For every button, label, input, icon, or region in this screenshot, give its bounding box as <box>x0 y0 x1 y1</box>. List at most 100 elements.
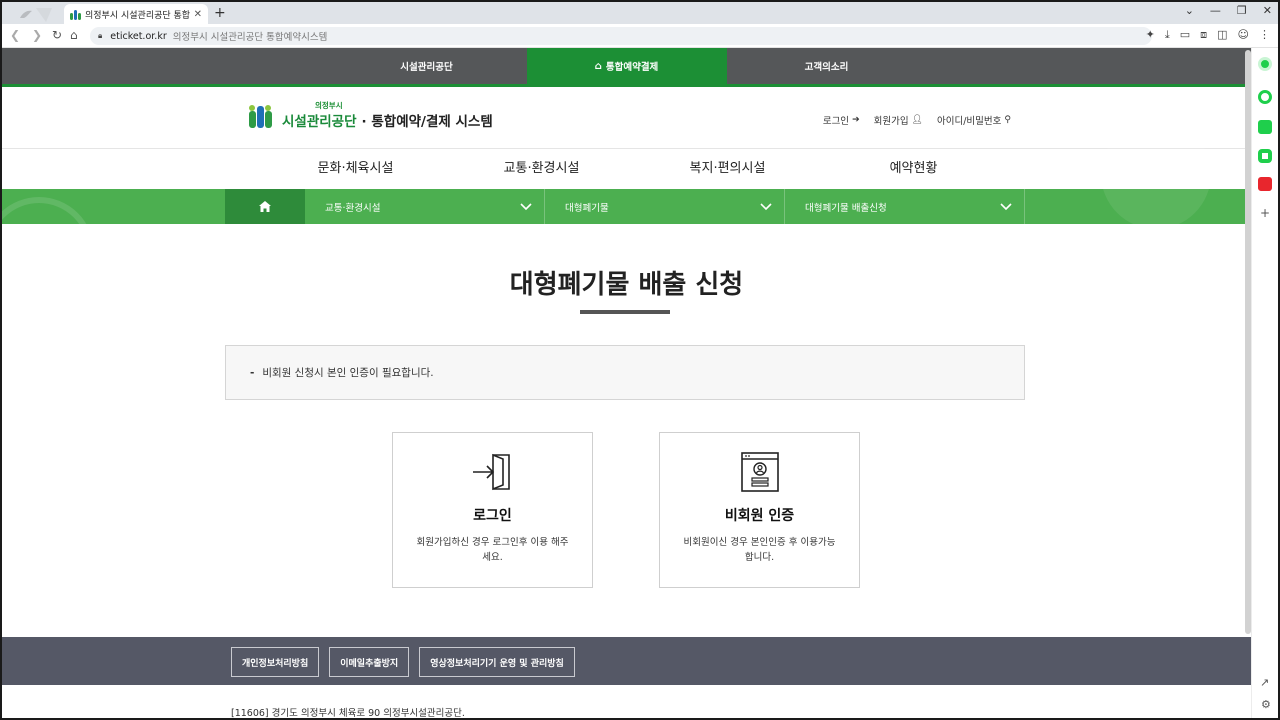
address-bar-row: ❮ ❯ ↻ ⌂ 🔒︎ eticket.or.kr 의정부시 시설관리공단 통합예… <box>2 24 1278 48</box>
login-door-icon <box>472 453 510 491</box>
back-icon[interactable]: ❮ <box>10 28 20 42</box>
external-link-icon[interactable]: ↗ <box>1260 676 1269 689</box>
topnav-label: 시설관리공단 <box>400 62 453 73</box>
notice-box: - 비회원 신청시 본인 인증이 필요합니다. <box>225 345 1025 400</box>
site-header: 의정부시 시설관리공단 · 통합예약/결제 시스템 로그인 ➔ 회원가입 👤︎ 아이디… <box>2 87 1251 149</box>
top-navigation: 시설관리공단 ⌂ 통합예약결제 고객의소리 <box>2 48 1251 84</box>
guest-verify-card[interactable]: 비회원 인증 비회원이신 경우 본인인증 후 이용가능합니다. <box>659 432 860 588</box>
sidebar-toggle-icon[interactable]: ◫ <box>1217 28 1227 42</box>
login-card-title: 로그인 <box>473 508 512 524</box>
location-nav: 교통·환경시설 대형폐기물 대형폐기물 배출신청 <box>2 119 1251 307</box>
lock-icon: 🔒︎ <box>98 31 103 40</box>
footer-links: 개인정보처리방침 이메일추출방지 영상정보처리기기 운영 및 관리방침 <box>231 647 575 677</box>
active-tab[interactable]: 의정부시 시설관리공단 통합예약 ✕ <box>64 4 208 24</box>
menu-icon[interactable]: ⋮ <box>1259 28 1270 42</box>
breadcrumb-level2-dropdown[interactable]: 대형폐기물 <box>545 189 785 224</box>
play-shortcut-icon[interactable] <box>1258 90 1272 104</box>
chevron-down-icon <box>1000 202 1012 210</box>
download-icon[interactable]: ⤓ <box>1165 28 1170 42</box>
home-icon <box>259 201 271 212</box>
cast-icon[interactable]: ▭ <box>1180 28 1190 42</box>
site-favicon-icon <box>70 9 81 20</box>
topnav-label: 통합예약결제 <box>605 62 659 73</box>
url-domain: eticket.or.kr <box>110 30 167 42</box>
menu-traffic-env[interactable]: 교통·환경시설 <box>449 149 635 189</box>
browser-side-panel: + ↗ ⚙ <box>1251 48 1278 718</box>
menu-culture-sports[interactable]: 문화·체육시설 <box>263 149 449 189</box>
join-link[interactable]: 회원가입 👤︎ <box>874 113 923 127</box>
tab-close-icon[interactable]: ✕ <box>194 9 202 20</box>
breadcrumb-level1: 교통·환경시설 <box>325 202 381 214</box>
url-page-title: 의정부시 시설관리공단 통합예약시스템 <box>172 32 328 43</box>
sign-in-icon: ➔ <box>852 115 860 125</box>
login-card-desc: 회원가입하신 경우 로그인후 이용 해주세요. <box>416 537 569 563</box>
breadcrumb-level3-dropdown[interactable]: 대형폐기물 배출신청 <box>785 189 1025 224</box>
menu-reservation-status[interactable]: 예약현황 <box>821 149 1007 189</box>
page-title: 대형폐기물 배출 신청 <box>509 270 744 300</box>
reload-icon[interactable]: ↻ <box>52 28 62 42</box>
tab-search-icon[interactable]: ⌄ <box>1185 4 1194 17</box>
profile-icon[interactable]: ☺ <box>1238 28 1249 42</box>
notice-text: 비회원 신청시 본인 인증이 필요합니다. <box>262 367 434 379</box>
title-underline <box>580 310 670 314</box>
window-controls: ⌄ — ❐ ✕ <box>1185 4 1272 17</box>
topnav-reservation[interactable]: ⌂ 통합예약결제 <box>526 48 727 84</box>
news-shortcut-icon[interactable] <box>1258 177 1272 191</box>
main-menu: 문화·체육시설 교통·환경시설 복지·편의시설 예약현황 <box>2 149 1251 189</box>
footer-address: [11606] 경기도 의정부시 체육로 90 의정부시설관리공단. <box>231 708 465 719</box>
footer-address-area: [11606] 경기도 의정부시 체육로 90 의정부시설관리공단. <box>2 685 1251 719</box>
add-shortcut-icon[interactable]: + <box>1260 206 1270 220</box>
home-browser-icon[interactable]: ⌂ <box>70 28 78 42</box>
chat-shortcut-icon[interactable] <box>1258 120 1272 134</box>
email-refusal-link[interactable]: 이메일추출방지 <box>329 647 410 677</box>
breadcrumb-level3: 대형폐기물 배출신청 <box>805 202 887 214</box>
url-field[interactable]: 🔒︎ eticket.or.kr 의정부시 시설관리공단 통합예약시스템 <box>90 27 1152 45</box>
logo-city: 의정부시 <box>315 101 343 110</box>
find-account-link[interactable]: 아이디/비밀번호 ⚲ <box>937 113 1011 127</box>
id-verification-icon <box>740 452 779 492</box>
minimize-icon[interactable]: — <box>1210 4 1221 17</box>
new-tab-button[interactable]: + <box>214 5 226 21</box>
topnav-voice[interactable]: 고객의소리 <box>727 48 927 84</box>
app-shortcut-icon[interactable] <box>1258 57 1272 71</box>
user-plus-icon: 👤︎ <box>911 115 924 125</box>
toolbar-icons: ✦ ⤓ ▭ ⧈ ◫ ☺ ⋮ <box>1146 28 1270 42</box>
login-card[interactable]: 로그인 회원가입하신 경우 로그인후 이용 해주세요. <box>392 432 593 588</box>
find-label: 아이디/비밀번호 <box>937 116 1002 127</box>
search-icon: ⚲ <box>1004 115 1011 125</box>
restore-icon[interactable]: ❐ <box>1237 4 1247 17</box>
logo-system: · 통합예약/결제 시스템 <box>361 114 493 130</box>
decor-circle <box>1101 119 1211 229</box>
extension-icon[interactable]: ✦ <box>1146 28 1155 42</box>
home-button[interactable] <box>225 189 305 224</box>
topnav-facility-corp[interactable]: 시설관리공단 <box>327 48 527 84</box>
privacy-policy-link[interactable]: 개인정보처리방침 <box>231 647 320 677</box>
guest-card-title: 비회원 인증 <box>724 508 795 524</box>
home-icon: ⌂ <box>594 60 602 72</box>
breadcrumb-level1-dropdown[interactable]: 교통·환경시설 <box>305 189 545 224</box>
login-label: 로그인 <box>822 116 850 127</box>
utility-menu: 로그인 ➔ 회원가입 👤︎ 아이디/비밀번호 ⚲ <box>823 113 1011 127</box>
chevron-down-icon <box>760 202 772 210</box>
login-link[interactable]: 로그인 ➔ <box>823 113 860 127</box>
chevron-down-icon <box>520 202 532 210</box>
inactive-tab[interactable] <box>6 4 58 24</box>
tab-title: 의정부시 시설관리공단 통합예약 <box>85 10 190 21</box>
cctv-policy-link[interactable]: 영상정보처리기기 운영 및 관리방침 <box>419 647 575 677</box>
forward-icon[interactable]: ❯ <box>32 28 42 42</box>
topnav-label: 고객의소리 <box>804 62 849 73</box>
join-label: 회원가입 <box>873 116 909 127</box>
browser-window: 의정부시 시설관리공단 통합예약 ✕ + ⌄ — ❐ ✕ ❮ ❯ ↻ ⌂ 🔒︎ … <box>0 0 1280 720</box>
close-window-icon[interactable]: ✕ <box>1263 4 1272 17</box>
web-page: 시설관리공단 ⌂ 통합예약결제 고객의소리 의정부시 시설관리공단· 통합예약 <box>2 48 1251 719</box>
screenshot-icon[interactable]: ⧈ <box>1200 28 1207 42</box>
notice-dash: - <box>250 366 255 379</box>
memo-shortcut-icon[interactable] <box>1258 149 1272 163</box>
settings-gear-icon[interactable]: ⚙ <box>1261 698 1271 711</box>
breadcrumb-level2: 대형폐기물 <box>565 202 609 214</box>
logo-mark-icon <box>248 102 274 130</box>
guest-card-desc: 비회원이신 경우 본인인증 후 이용가능합니다. <box>683 537 836 563</box>
logo-name: 시설관리공단 <box>282 114 357 130</box>
menu-welfare[interactable]: 복지·편의시설 <box>635 149 821 189</box>
site-logo[interactable]: 의정부시 시설관리공단 · 통합예약/결제 시스템 <box>248 102 493 130</box>
